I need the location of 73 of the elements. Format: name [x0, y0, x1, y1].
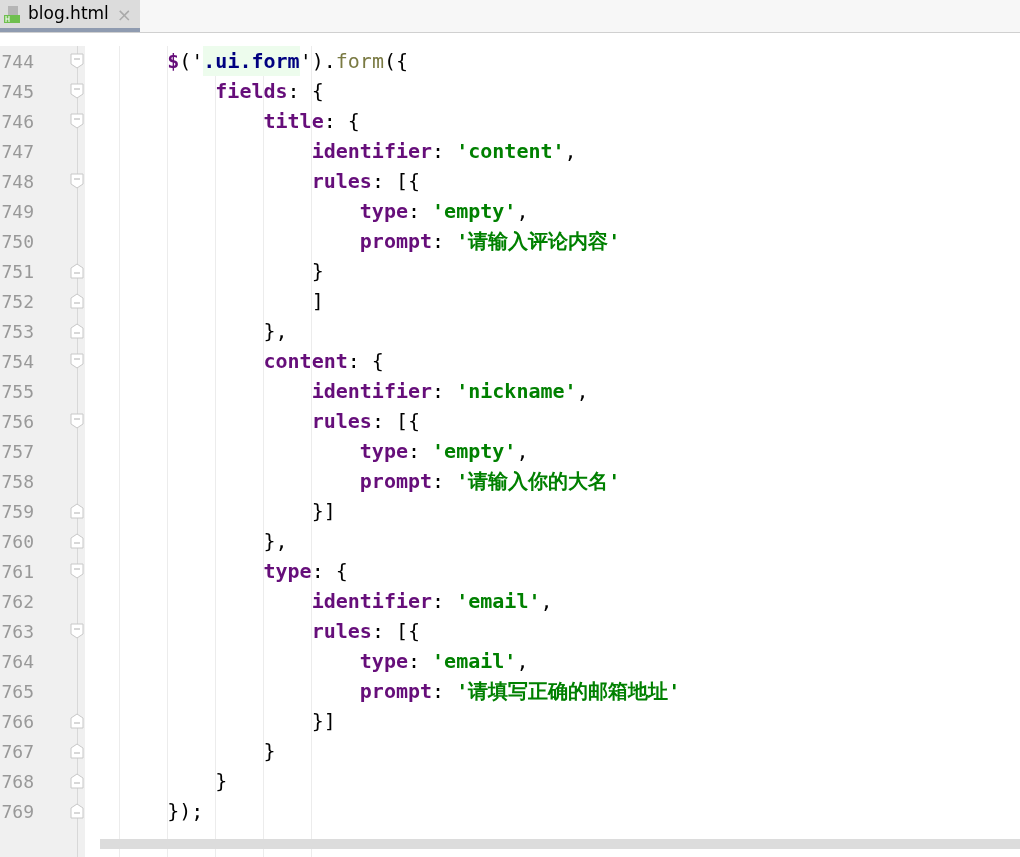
code-line: }: [214, 768, 229, 795]
code-line: },: [262, 318, 289, 345]
code-line: rules: [{: [310, 618, 422, 645]
fold-icon[interactable]: [70, 623, 84, 639]
line-number: 748: [0, 169, 34, 194]
line-number: 750: [0, 229, 34, 254]
fold-end-icon[interactable]: [70, 533, 84, 549]
fold-end-icon[interactable]: [70, 323, 84, 339]
line-number: 769: [0, 799, 34, 824]
line-number: 768: [0, 769, 34, 794]
code-line: type: 'empty',: [358, 438, 530, 465]
line-number: 758: [0, 469, 34, 494]
fold-icon[interactable]: [70, 83, 84, 99]
code-line: }]: [310, 498, 337, 525]
line-number: 754: [0, 349, 34, 374]
line-number: 745: [0, 79, 34, 104]
fold-end-icon[interactable]: [70, 713, 84, 729]
line-number: 747: [0, 139, 34, 164]
code-line: rules: [{: [310, 408, 422, 435]
code-line: rules: [{: [310, 168, 422, 195]
fold-icon[interactable]: [70, 173, 84, 189]
fold-icon[interactable]: [70, 563, 84, 579]
code-line: prompt: '请输入你的大名': [358, 468, 622, 495]
code-line: prompt: '请输入评论内容': [358, 228, 622, 255]
line-number: 757: [0, 439, 34, 464]
fold-end-icon[interactable]: [70, 263, 84, 279]
code-line: fields: {: [214, 78, 325, 105]
fold-icon[interactable]: [70, 353, 84, 369]
html-file-icon: [4, 5, 20, 23]
code-line: }]: [310, 708, 337, 735]
code-line: identifier: 'nickname',: [310, 378, 590, 405]
line-number: 763: [0, 619, 34, 644]
line-number: 744: [0, 49, 34, 74]
code-line: $('.ui.form').form({: [119, 46, 1020, 76]
line-number: 746: [0, 109, 34, 134]
line-number: 755: [0, 379, 34, 404]
code-line: ]: [310, 288, 325, 315]
line-number: 764: [0, 649, 34, 674]
line-number: 756: [0, 409, 34, 434]
line-number: 760: [0, 529, 34, 554]
code-line: prompt: '请填写正确的邮箱地址': [358, 678, 682, 705]
code-line: content: {: [262, 348, 385, 375]
line-number: 752: [0, 289, 34, 314]
code-line: type: 'empty',: [358, 198, 530, 225]
fold-end-icon[interactable]: [70, 503, 84, 519]
fold-end-icon[interactable]: [70, 803, 84, 819]
code-line: type: 'email',: [358, 648, 530, 675]
code-line: identifier: 'email',: [310, 588, 554, 615]
fold-end-icon[interactable]: [70, 743, 84, 759]
line-number: 753: [0, 319, 34, 344]
fold-icon[interactable]: [70, 53, 84, 69]
code-line: title: {: [262, 108, 361, 135]
horizontal-scrollbar[interactable]: [100, 839, 1020, 849]
line-number: 761: [0, 559, 34, 584]
code-line: type: {: [262, 558, 349, 585]
code-line: },: [262, 528, 289, 555]
line-number: 765: [0, 679, 34, 704]
line-number: 759: [0, 499, 34, 524]
fold-end-icon[interactable]: [70, 773, 84, 789]
line-number: 766: [0, 709, 34, 734]
fold-icon[interactable]: [70, 413, 84, 429]
tab-label: blog.html: [28, 2, 109, 26]
line-number: 751: [0, 259, 34, 284]
fold-icon[interactable]: [70, 113, 84, 129]
fold-end-icon[interactable]: [70, 293, 84, 309]
line-number: 762: [0, 589, 34, 614]
editor-tab[interactable]: blog.html ×: [0, 0, 140, 32]
code-line: }: [310, 258, 325, 285]
code-line: identifier: 'content',: [310, 138, 578, 165]
code-line: });: [166, 798, 205, 825]
code-line: }: [262, 738, 277, 765]
line-number: 767: [0, 739, 34, 764]
line-number: 749: [0, 199, 34, 224]
